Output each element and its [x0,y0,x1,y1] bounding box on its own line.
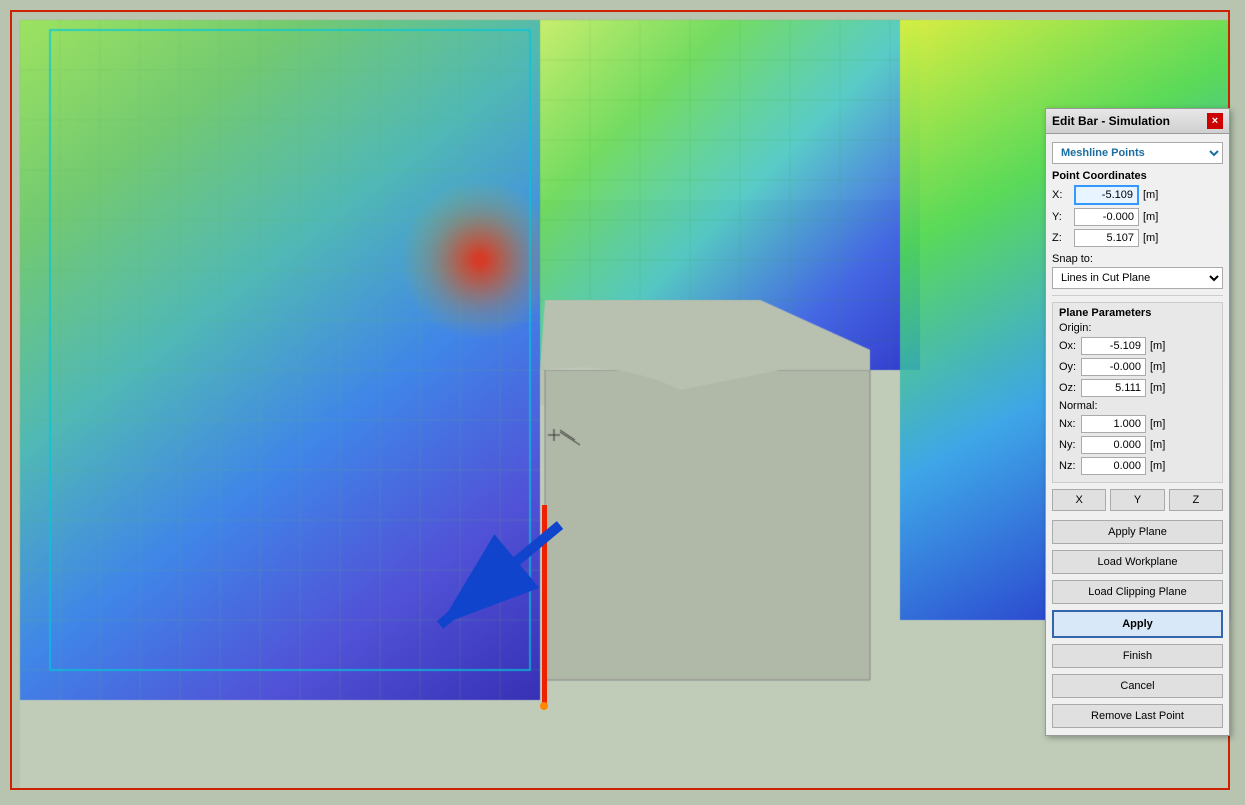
x-label: X: [1052,189,1074,201]
ox-label: Ox: [1059,340,1081,352]
y-unit: [m] [1143,211,1158,223]
ox-unit: [m] [1150,340,1165,352]
ny-input[interactable] [1081,436,1146,454]
nx-label: Nx: [1059,418,1081,430]
apply-button[interactable]: Apply [1052,610,1223,638]
nz-input[interactable] [1081,457,1146,475]
nz-unit: [m] [1150,460,1165,472]
origin-label: Origin: [1059,322,1216,334]
ox-row: Ox: [m] [1059,337,1216,355]
ny-unit: [m] [1150,439,1165,451]
panel-close-button[interactable]: × [1207,113,1223,129]
z-label: Z: [1052,232,1074,244]
nx-unit: [m] [1150,418,1165,430]
load-clipping-plane-button[interactable]: Load Clipping Plane [1052,580,1223,604]
oy-row: Oy: [m] [1059,358,1216,376]
x-axis-button[interactable]: X [1052,489,1106,511]
nz-label: Nz: [1059,460,1081,472]
oz-unit: [m] [1150,382,1165,394]
plane-parameters-label: Plane Parameters [1059,307,1216,319]
x-unit: [m] [1143,189,1158,201]
y-label: Y: [1052,211,1074,223]
panel-titlebar: Edit Bar - Simulation × [1046,109,1229,134]
normal-label: Normal: [1059,400,1216,412]
load-workplane-button[interactable]: Load Workplane [1052,550,1223,574]
meshline-dropdown[interactable]: Meshline Points [1052,142,1223,164]
snap-to-dropdown[interactable]: Lines in Cut Plane [1052,267,1223,289]
y-input[interactable] [1074,208,1139,226]
oz-label: Oz: [1059,382,1081,394]
nz-row: Nz: [m] [1059,457,1216,475]
panel-title: Edit Bar - Simulation [1052,114,1170,128]
oz-row: Oz: [m] [1059,379,1216,397]
oy-unit: [m] [1150,361,1165,373]
point-coordinates-label: Point Coordinates [1052,170,1223,182]
snap-to-label: Snap to: [1052,253,1223,265]
y-coord-row: Y: [m] [1052,208,1223,226]
x-coord-row: X: [m] [1052,185,1223,205]
divider1 [1052,295,1223,296]
meshline-dropdown-row: Meshline Points [1052,142,1223,164]
z-input[interactable] [1074,229,1139,247]
x-input[interactable] [1074,185,1139,205]
oy-label: Oy: [1059,361,1081,373]
finish-button[interactable]: Finish [1052,644,1223,668]
oz-input[interactable] [1081,379,1146,397]
nx-input[interactable] [1081,415,1146,433]
meshline-point [540,702,548,710]
z-unit: [m] [1143,232,1158,244]
z-coord-row: Z: [m] [1052,229,1223,247]
xyz-button-row: X Y Z [1052,489,1223,511]
plane-parameters-section: Plane Parameters Origin: Ox: [m] Oy: [m]… [1052,302,1223,483]
nx-row: Nx: [m] [1059,415,1216,433]
apply-plane-button[interactable]: Apply Plane [1052,520,1223,544]
ny-label: Ny: [1059,439,1081,451]
remove-last-point-button[interactable]: Remove Last Point [1052,704,1223,728]
z-axis-button[interactable]: Z [1169,489,1223,511]
edit-panel: Edit Bar - Simulation × Meshline Points … [1045,108,1230,736]
y-axis-button[interactable]: Y [1110,489,1164,511]
cancel-button[interactable]: Cancel [1052,674,1223,698]
ox-input[interactable] [1081,337,1146,355]
ny-row: Ny: [m] [1059,436,1216,454]
panel-body: Meshline Points Point Coordinates X: [m]… [1046,134,1229,735]
meshline-indicator [542,505,547,705]
oy-input[interactable] [1081,358,1146,376]
